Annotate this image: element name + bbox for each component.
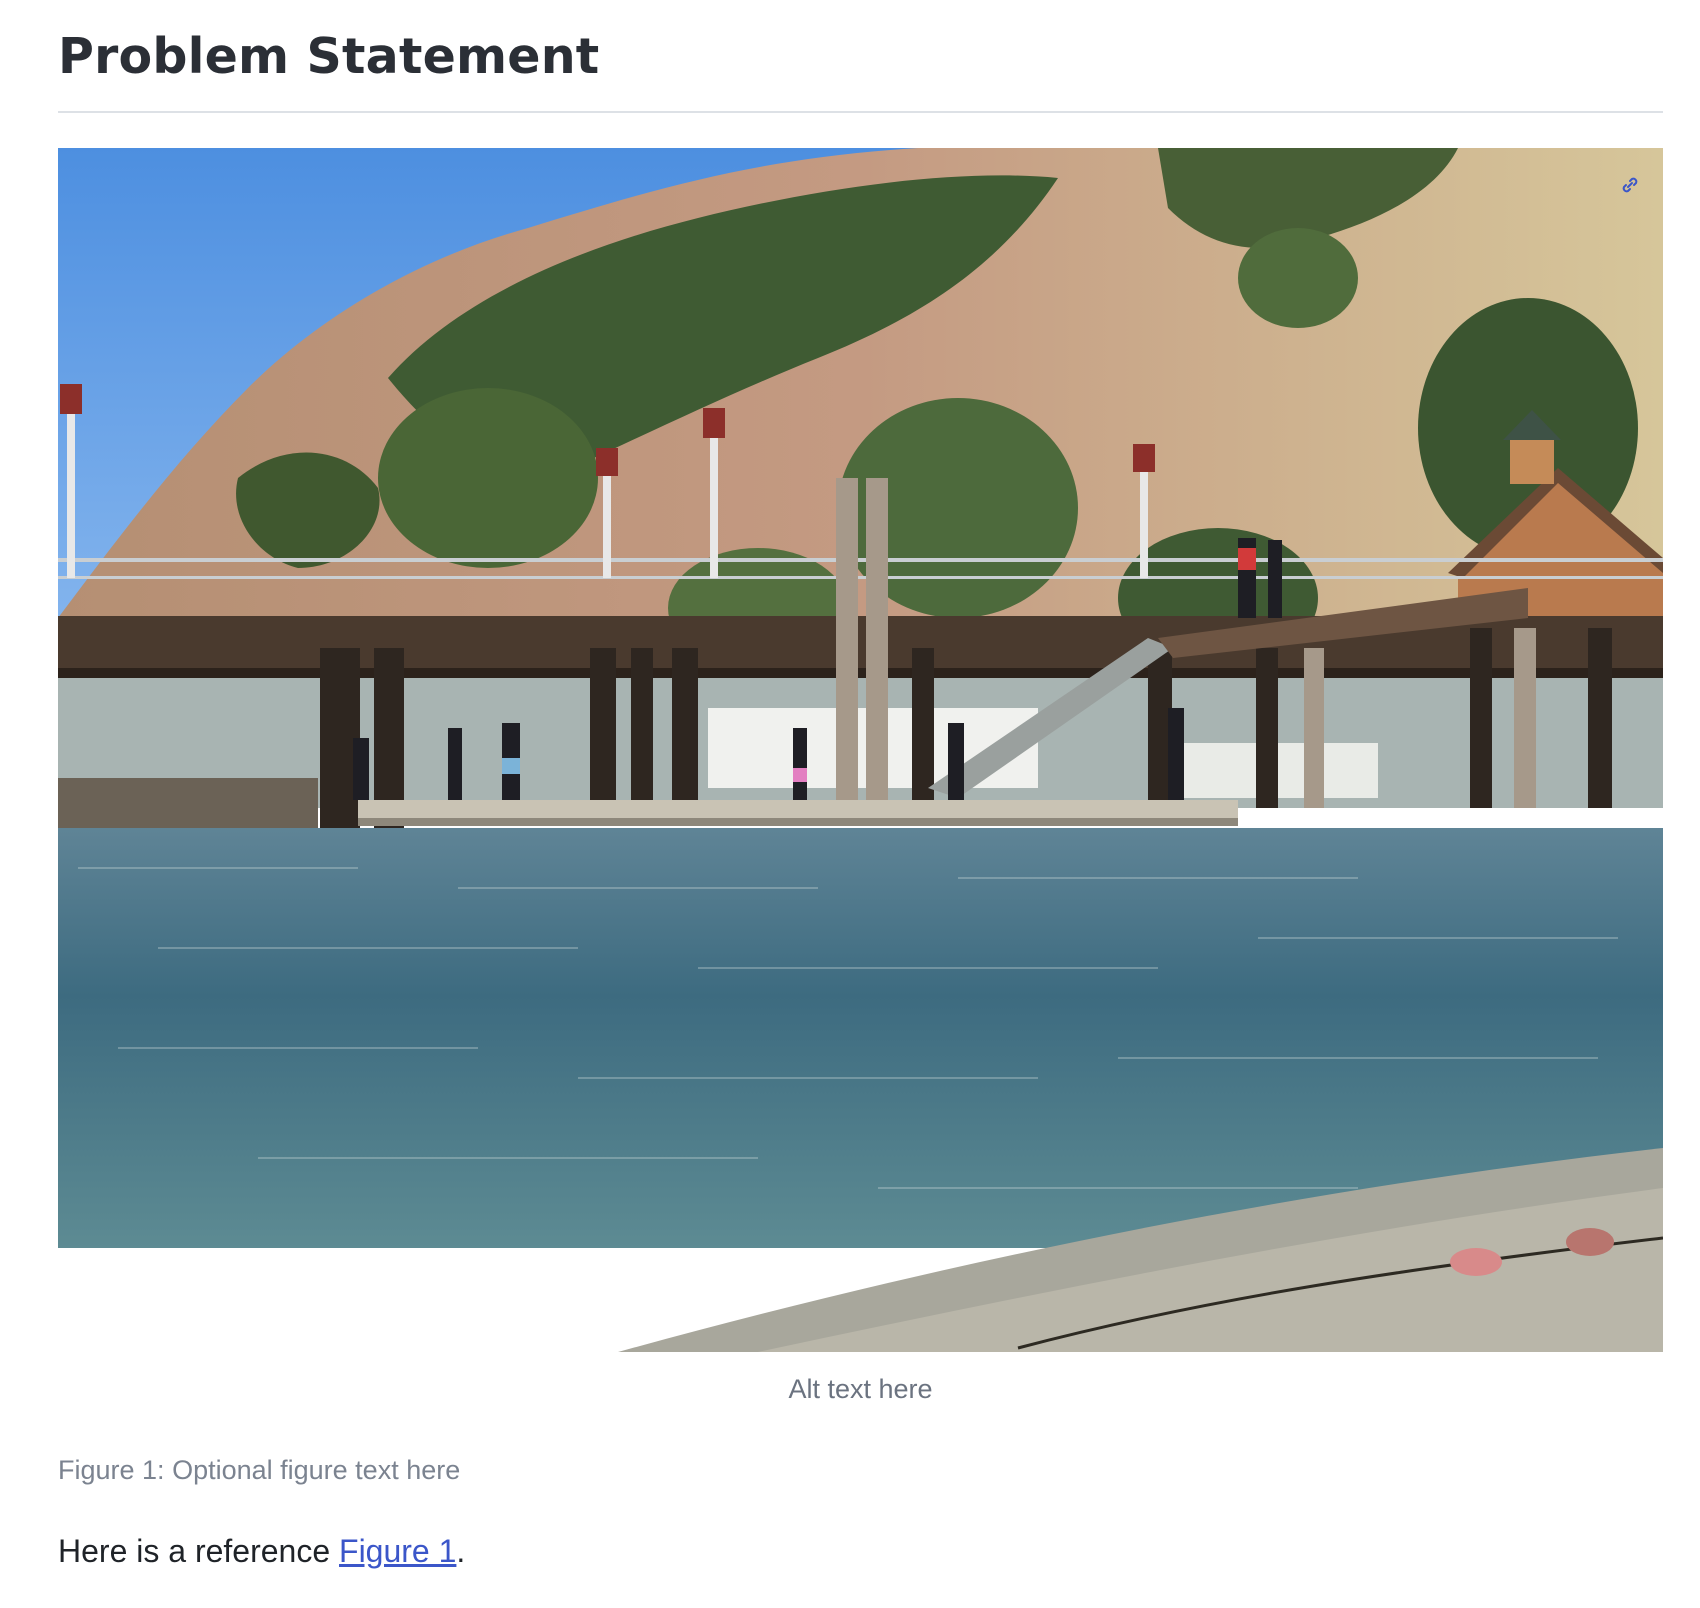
paragraph-suffix: . — [456, 1533, 466, 1569]
image-alt-caption: Alt text here — [788, 1374, 933, 1404]
heading-divider — [58, 111, 1663, 113]
figure-caption: Figure 1: Optional figure text here — [58, 1455, 460, 1486]
figure-image — [58, 148, 1663, 1352]
figure-reference-link[interactable]: Figure 1 — [339, 1533, 456, 1569]
page-title: Problem Statement — [58, 28, 600, 85]
paragraph-prefix: Here is a reference — [58, 1533, 340, 1569]
figure-caption-label: Figure 1: — [58, 1455, 165, 1485]
link-icon[interactable] — [1615, 170, 1645, 200]
reference-paragraph: Here is a reference Figure 1. — [58, 1533, 465, 1570]
marina-photo — [58, 148, 1663, 1352]
figure-caption-text: Optional figure text here — [172, 1455, 461, 1485]
